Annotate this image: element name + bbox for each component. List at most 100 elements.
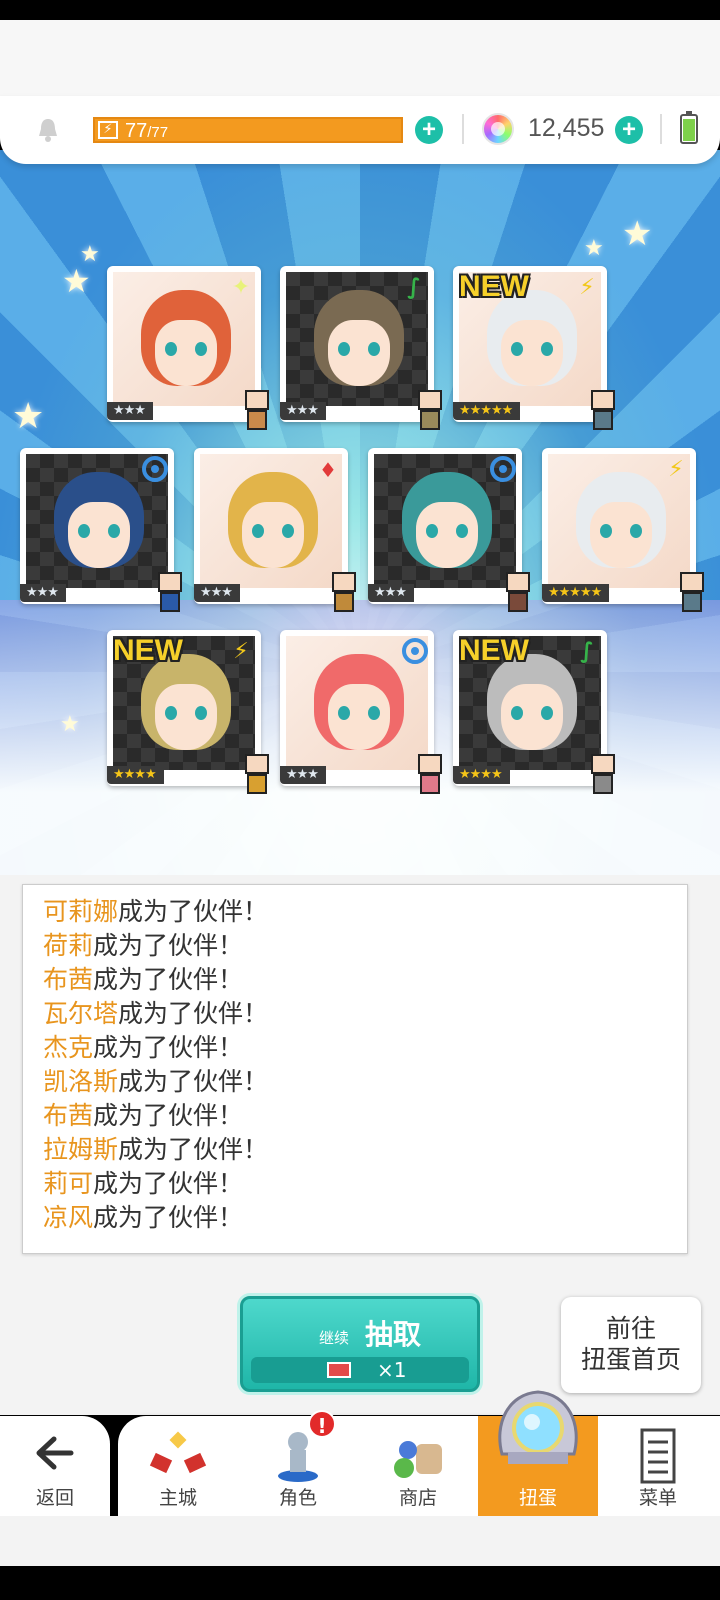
draw-again-button[interactable]: 继续 抽取 ×1 [240, 1296, 480, 1392]
system-nav-bar [0, 1566, 720, 1600]
log-line: 布茜成为了伙伴！ [43, 1099, 667, 1133]
nav-main: 主城 ! 角色 商店 扭蛋 菜单 [118, 1390, 720, 1516]
nav-shop[interactable]: 商店 [358, 1416, 478, 1516]
log-line: 拉姆斯成为了伙伴！ [43, 1133, 667, 1167]
rarity-stars: ★★★★★ [453, 402, 521, 420]
face [155, 320, 217, 386]
town-icon [149, 1431, 207, 1474]
eye [630, 524, 642, 538]
stamina-bolt-icon: ⚡ [98, 121, 118, 139]
draw-label: 抽取 [365, 1318, 422, 1351]
eye [368, 342, 380, 356]
character-card[interactable]: ★★★ [20, 448, 182, 612]
eye [78, 524, 90, 538]
stamina-max: /77 [147, 124, 169, 141]
character-card[interactable]: ★★★ [280, 630, 442, 794]
rarity-stars: ★★★ [280, 766, 326, 784]
log-line: 凯洛斯成为了伙伴！ [43, 1065, 667, 1099]
log-line: 莉可成为了伙伴！ [43, 1167, 667, 1201]
back-button[interactable]: 返回 [0, 1416, 110, 1516]
log-text: 成为了伙伴！ [118, 999, 269, 1028]
ticket-icon [327, 1362, 351, 1378]
stamina-value: 77/77 [125, 120, 168, 143]
stamina-current: 77 [125, 120, 148, 142]
log-line: 可莉娜成为了伙伴！ [43, 895, 667, 929]
nav-town[interactable]: 主城 [118, 1416, 238, 1516]
thunder-icon: ⚡ [579, 275, 595, 300]
bottom-nav: 返回 主城 ! 角色 商店 扭蛋 菜单 [0, 1390, 720, 1516]
face [155, 684, 217, 750]
pixel-sprite-icon [500, 570, 536, 616]
log-line: 凉风成为了伙伴！ [43, 1201, 667, 1235]
goto-gacha-home-button[interactable]: 前往 扭蛋首页 [561, 1297, 701, 1393]
eye [368, 706, 380, 720]
add-gems-button[interactable]: + [615, 116, 643, 144]
eye [252, 524, 264, 538]
gem-icon [482, 113, 514, 145]
eye [456, 524, 468, 538]
character-name: 荷莉 [43, 931, 94, 960]
log-line: 布茜成为了伙伴！ [43, 963, 667, 997]
water-icon [490, 456, 516, 482]
result-log[interactable]: 可莉娜成为了伙伴！ 荷莉成为了伙伴！ 布茜成为了伙伴！ 瓦尔塔成为了伙伴！ 杰克成为了伙… [22, 884, 688, 1254]
shop-icon [394, 1441, 442, 1478]
nav-gacha[interactable]: 扭蛋 [478, 1390, 598, 1516]
eye [426, 524, 438, 538]
bell-icon[interactable] [34, 116, 62, 144]
add-stamina-button[interactable]: + [415, 116, 443, 144]
character-card[interactable]: ✦ ★★★ [107, 266, 269, 430]
character-card[interactable]: ∫ ★★★ [280, 266, 442, 430]
eye [165, 706, 177, 720]
rarity-stars: ★★★ [107, 402, 153, 420]
stamina-bar: ⚡ 77/77 [93, 117, 403, 143]
character-name: 莉可 [43, 1169, 94, 1198]
log-text: 成为了伙伴！ [93, 931, 244, 960]
character-card[interactable]: ⚡ NEW ★★★★★ [453, 266, 615, 430]
bottom-strip [0, 1516, 720, 1566]
character-card[interactable]: ♦ ★★★ [194, 448, 356, 612]
character-card[interactable]: ⚡ ★★★★★ [542, 448, 704, 612]
eye [541, 342, 553, 356]
nav-label: 菜单 [638, 1487, 677, 1509]
log-line: 杰克成为了伙伴！ [43, 1031, 667, 1065]
character-card[interactable]: ★★★ [368, 448, 530, 612]
fire-icon: ♦ [319, 458, 337, 482]
eye [600, 524, 612, 538]
pixel-sprite-icon [585, 752, 621, 798]
log-line: 荷莉成为了伙伴！ [43, 929, 667, 963]
nav-characters[interactable]: ! 角色 [238, 1410, 358, 1516]
eye [195, 342, 207, 356]
face [501, 684, 563, 750]
log-line: 瓦尔塔成为了伙伴！ [43, 997, 667, 1031]
face [501, 320, 563, 386]
eye [511, 342, 523, 356]
character-name: 凉风 [43, 1203, 94, 1232]
character-name: 瓦尔塔 [43, 999, 119, 1028]
new-tag: NEW [113, 634, 183, 667]
divider [462, 114, 464, 144]
character-name: 凯洛斯 [43, 1067, 119, 1096]
pixel-sprite-icon [239, 388, 275, 434]
sparkle-icon: ★ [12, 396, 45, 437]
character-name: 拉姆斯 [43, 1135, 119, 1164]
rarity-stars: ★★★ [194, 584, 240, 602]
character-card[interactable]: ∫ NEW ★★★★ [453, 630, 615, 794]
gacha-result-scene: ★ ★ ★ ★ ★ ★ ✦ ★★★ ∫ ★★★ ⚡ NEW ★★★★★ ★★★ ♦ ★★★ ★★★ ⚡… [0, 150, 720, 875]
face [416, 502, 478, 568]
menu-list-icon [640, 1428, 676, 1484]
continue-label: 继续 [319, 1329, 350, 1347]
goto-line2: 扭蛋首页 [580, 1345, 681, 1374]
nav-menu[interactable]: 菜单 [598, 1416, 718, 1516]
rarity-stars: ★★★ [280, 402, 326, 420]
resource-header: ⚡ 77/77 + 12,455 + [0, 96, 720, 164]
rarity-stars: ★★★★ [107, 766, 164, 784]
cost-text: ×1 [377, 1358, 407, 1382]
water-icon [402, 638, 428, 664]
eye [282, 524, 294, 538]
log-text: 成为了伙伴！ [93, 1033, 244, 1062]
new-tag: NEW [459, 270, 529, 303]
character-card[interactable]: ⚡ NEW ★★★★ [107, 630, 269, 794]
log-text: 成为了伙伴！ [118, 1135, 269, 1164]
rarity-stars: ★★★★ [453, 766, 510, 784]
thunder-icon: ⚡ [233, 639, 249, 664]
